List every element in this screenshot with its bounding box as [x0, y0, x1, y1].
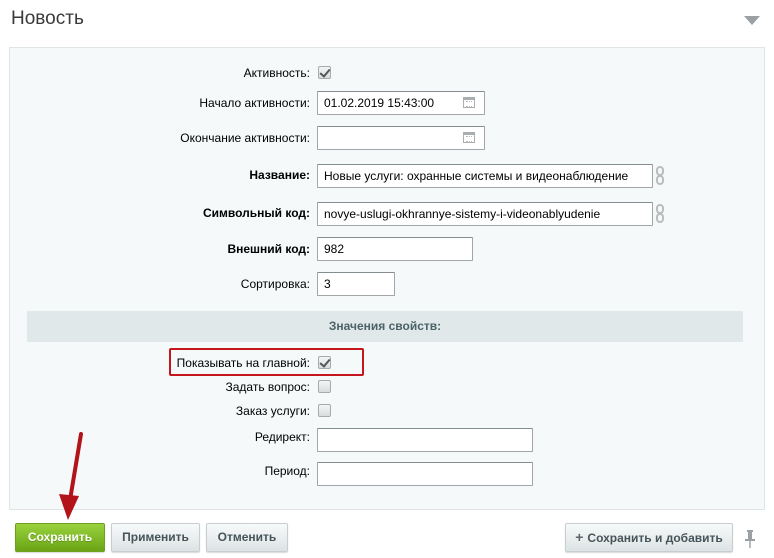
order-service-checkbox[interactable] [318, 404, 331, 417]
checkmark-icon [319, 66, 331, 78]
properties-section-title: Значения свойств: [27, 311, 743, 342]
name-label: Название: [249, 168, 310, 182]
show-main-label: Показывать на главной: [176, 356, 310, 370]
active-label: Активность: [243, 66, 310, 80]
link-icon[interactable] [656, 166, 664, 186]
start-date-field[interactable]: 01.02.2019 15:43:00 [317, 91, 485, 115]
link-icon[interactable] [656, 204, 664, 224]
page-header: Новость [0, 0, 774, 40]
sort-label: Сортировка: [240, 277, 310, 291]
code-label: Символьный код: [202, 206, 310, 220]
start-date-label: Начало активности: [199, 96, 310, 110]
external-code-label: Внешний код: [227, 242, 310, 256]
apply-button[interactable]: Применить [111, 523, 200, 552]
end-date-field[interactable] [317, 126, 485, 150]
code-field[interactable]: novye-uslugi-okhrannye-sistemy-i-videona… [317, 202, 653, 226]
ask-question-label: Задать вопрос: [225, 380, 310, 394]
end-date-label: Окончание активности: [180, 131, 310, 145]
checkmark-icon [319, 356, 331, 368]
calendar-icon[interactable] [463, 97, 475, 108]
collapse-icon[interactable] [744, 16, 760, 25]
active-checkbox[interactable] [318, 66, 331, 79]
name-field[interactable]: Новые услуги: охранные системы и видеона… [317, 164, 653, 188]
annotation-arrow-icon [59, 432, 83, 520]
show-main-checkbox[interactable] [318, 356, 331, 369]
period-field[interactable] [317, 462, 533, 486]
save-and-add-button[interactable]: + Сохранить и добавить [565, 523, 733, 552]
plus-icon: + [575, 529, 584, 545]
save-button[interactable]: Сохранить [15, 523, 105, 552]
redirect-field[interactable] [317, 428, 533, 452]
calendar-icon[interactable] [463, 132, 475, 143]
order-service-label: Заказ услуги: [235, 404, 310, 418]
page-title: Новость [11, 8, 84, 29]
ask-question-checkbox[interactable] [318, 380, 331, 393]
external-code-field[interactable]: 982 [317, 237, 473, 261]
save-and-add-label: Сохранить и добавить [587, 531, 723, 545]
sort-field[interactable]: 3 [317, 272, 395, 296]
cancel-button[interactable]: Отменить [206, 523, 288, 552]
pin-icon[interactable] [745, 530, 755, 548]
